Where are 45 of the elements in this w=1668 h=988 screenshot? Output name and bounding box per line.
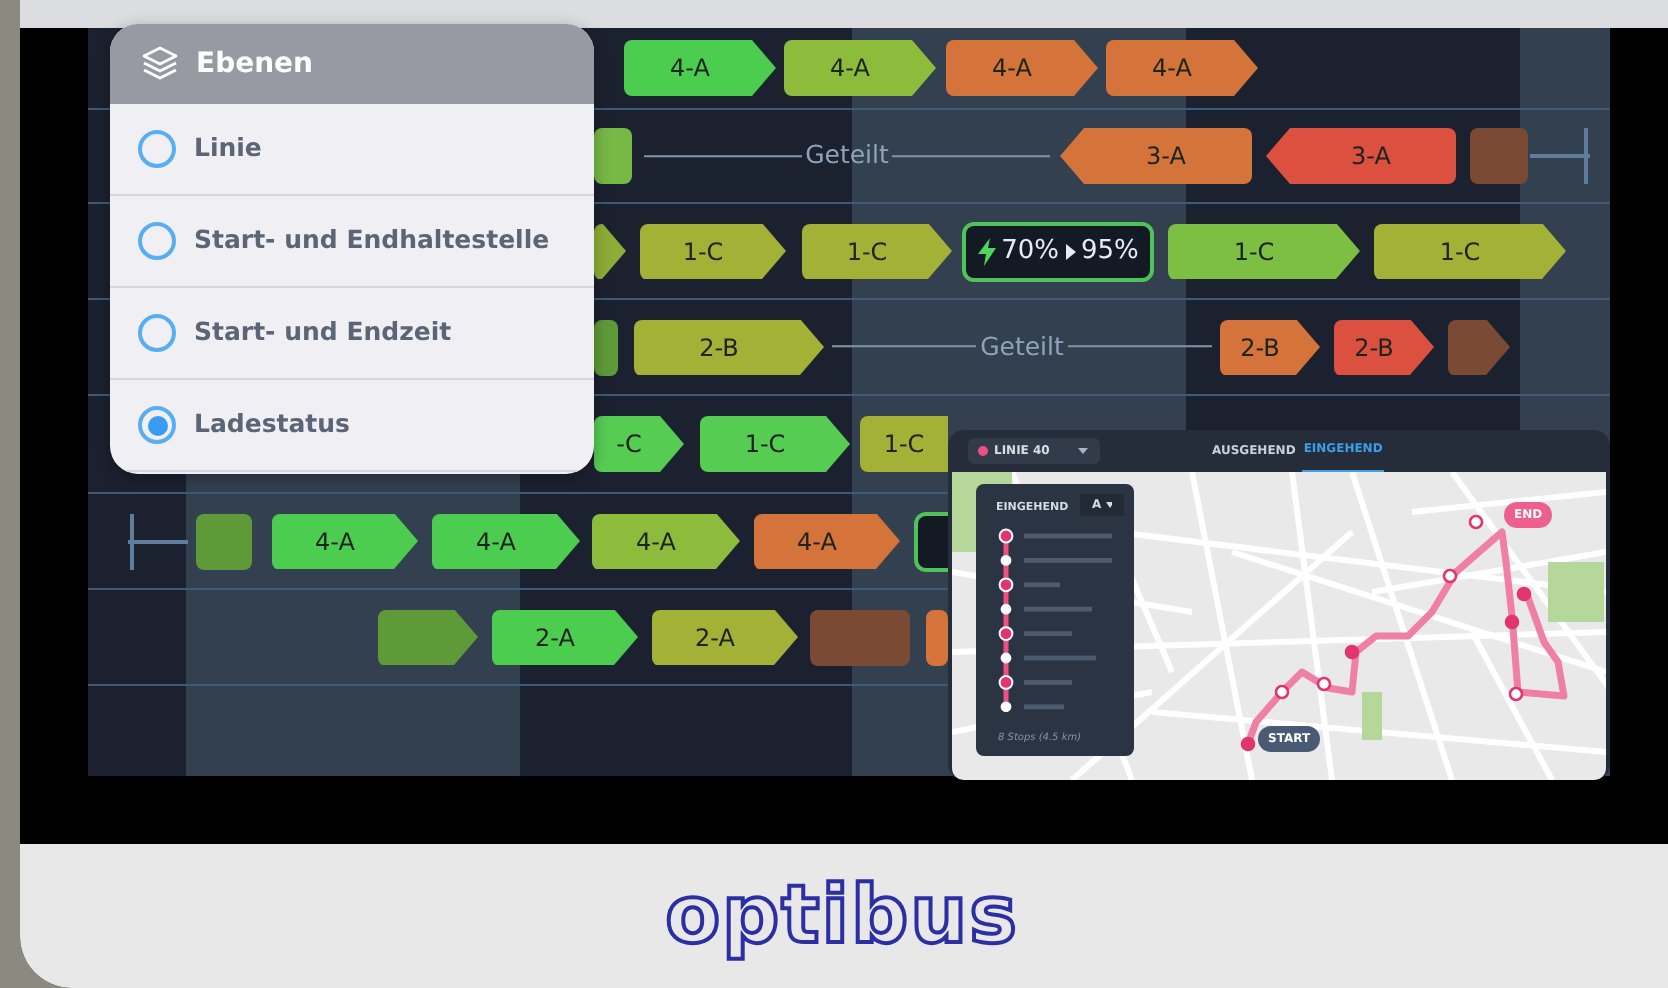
trip-block: 4-A xyxy=(946,40,1098,96)
split-label: Geteilt xyxy=(978,328,1066,365)
charge-from: 70% xyxy=(1001,233,1059,270)
split-label: Geteilt xyxy=(803,137,891,174)
line-dot-icon xyxy=(978,446,988,456)
line-end-marker xyxy=(128,513,188,569)
charge-to: 95% xyxy=(1081,233,1139,270)
trip-block: 4-A xyxy=(592,513,740,569)
trip-block: 3-A xyxy=(1266,128,1456,184)
trip-block: 4-A xyxy=(784,40,936,96)
trip-block: 4-A xyxy=(624,40,776,96)
radio-button[interactable] xyxy=(138,130,176,168)
trip-block: 3-A xyxy=(1060,128,1252,184)
trip-block: 1-C xyxy=(802,223,952,279)
layer-option-label[interactable]: Start- und Endhaltestelle xyxy=(194,222,550,260)
trip-block: 1-C xyxy=(860,416,948,472)
radio-button[interactable] xyxy=(138,406,176,444)
trip-block: 4-A xyxy=(272,513,418,569)
trip-block: 4-A xyxy=(432,513,580,569)
trip-block: 4-A xyxy=(1106,40,1258,96)
trip-block: 2-A xyxy=(652,609,798,665)
layers-icon xyxy=(140,44,180,84)
radio-button[interactable] xyxy=(138,222,176,260)
layer-option-label[interactable]: Ladestatus xyxy=(194,406,350,444)
trip-block: -C xyxy=(594,416,684,472)
lightning-icon xyxy=(977,237,996,265)
play-icon xyxy=(1065,243,1075,259)
layer-option-label[interactable]: Start- und Endzeit xyxy=(194,314,452,352)
radio-button[interactable] xyxy=(138,314,176,352)
trip-block: 4-A xyxy=(754,513,900,569)
caret-icon xyxy=(1105,502,1112,508)
trip-block: 2-B xyxy=(634,319,824,375)
trip-block: 1-C xyxy=(640,223,786,279)
trip-block: 1-C xyxy=(1374,223,1566,279)
panel-title: Ebenen xyxy=(196,45,314,83)
charge-status xyxy=(914,511,948,571)
trip-block: 2-B xyxy=(1334,319,1434,375)
trip-block: 1-C xyxy=(1168,223,1360,279)
brand-logo: optibus xyxy=(665,868,1019,964)
layer-option-label[interactable]: Linie xyxy=(194,130,262,168)
trip-block: 2-A xyxy=(492,609,638,665)
caret-icon xyxy=(1078,448,1088,454)
trip-block: 2-B xyxy=(1220,319,1320,375)
line-end-marker xyxy=(1530,128,1590,184)
trip-block: 1-C xyxy=(700,416,850,472)
